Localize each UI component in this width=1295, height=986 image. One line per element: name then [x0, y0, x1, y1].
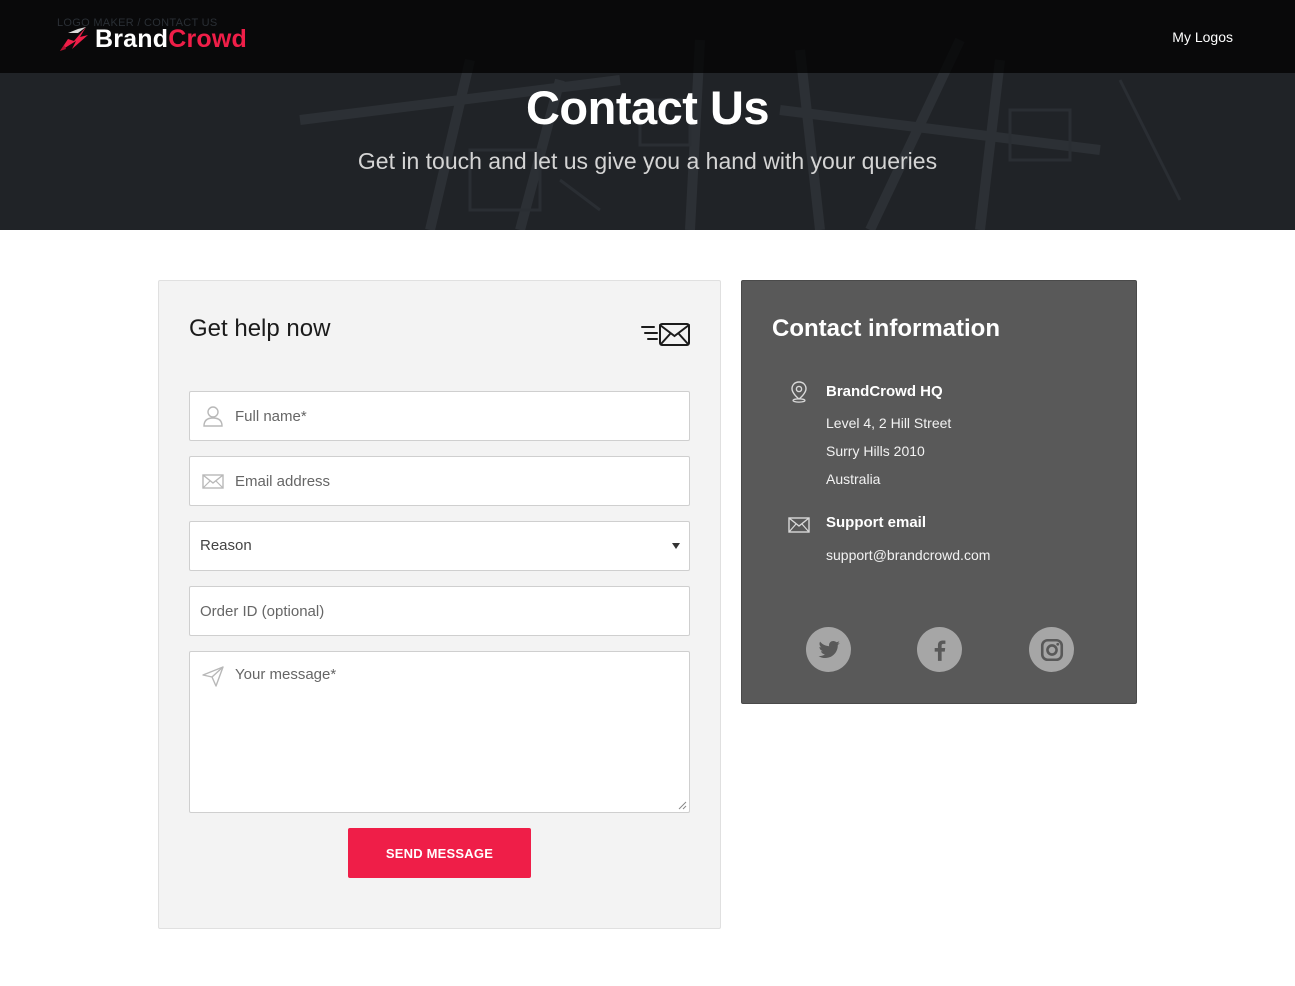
- email-field[interactable]: [189, 456, 690, 506]
- user-icon: [203, 406, 223, 427]
- send-message-button[interactable]: SEND MESSAGE: [348, 828, 531, 878]
- logo-wordmark: BrandCrowd: [95, 24, 248, 53]
- top-navbar: LOGO MAKER / CONTACT US BrandCrowd My Lo…: [0, 0, 1295, 73]
- email-input[interactable]: [190, 457, 689, 505]
- instagram-icon: [1040, 638, 1063, 661]
- full-name-field[interactable]: [189, 391, 690, 441]
- full-name-input[interactable]: [190, 392, 689, 440]
- address-line-2: Surry Hills 2010: [826, 443, 925, 459]
- send-mail-icon: [641, 323, 690, 346]
- paper-plane-icon: [202, 666, 224, 687]
- location-pin-icon: [791, 381, 807, 403]
- message-textarea[interactable]: [190, 652, 689, 812]
- hq-title: BrandCrowd HQ: [826, 383, 943, 400]
- page-title: Contact Us: [525, 81, 770, 134]
- order-id-field[interactable]: [189, 586, 690, 636]
- brandcrowd-logo[interactable]: BrandCrowd: [58, 22, 247, 56]
- page-subtitle: Get in touch and let us give you a hand …: [357, 148, 938, 174]
- nav-my-logos-link[interactable]: My Logos: [1172, 29, 1233, 45]
- facebook-button[interactable]: [917, 627, 962, 672]
- envelope-icon: [202, 474, 224, 489]
- address-line-3: Australia: [826, 471, 881, 487]
- twitter-icon: [818, 640, 840, 658]
- resize-grip-icon[interactable]: [678, 801, 687, 810]
- contact-form-card: Get help now Reason: [158, 280, 721, 929]
- form-title: Get help now: [189, 315, 331, 342]
- instagram-button[interactable]: [1029, 627, 1074, 672]
- message-field[interactable]: [189, 651, 690, 813]
- support-email-link[interactable]: support@brandcrowd.com: [826, 547, 990, 563]
- support-email-title: Support email: [826, 514, 927, 531]
- address-line-1: Level 4, 2 Hill Street: [826, 415, 952, 431]
- reason-select-value: Reason: [200, 537, 252, 554]
- reason-select[interactable]: Reason: [189, 521, 690, 571]
- order-id-input[interactable]: [190, 587, 689, 635]
- envelope-icon: [788, 517, 810, 533]
- contact-info-title: Contact information: [772, 315, 1000, 342]
- contact-information-card: Contact information BrandCrowd HQ Level …: [741, 280, 1137, 704]
- brandcrowd-logo-mark-icon: [60, 27, 88, 51]
- facebook-icon: [934, 639, 945, 661]
- twitter-button[interactable]: [806, 627, 851, 672]
- hero-banner: LOGO MAKER / CONTACT US BrandCrowd My Lo…: [0, 0, 1295, 230]
- chevron-down-icon: [672, 543, 680, 549]
